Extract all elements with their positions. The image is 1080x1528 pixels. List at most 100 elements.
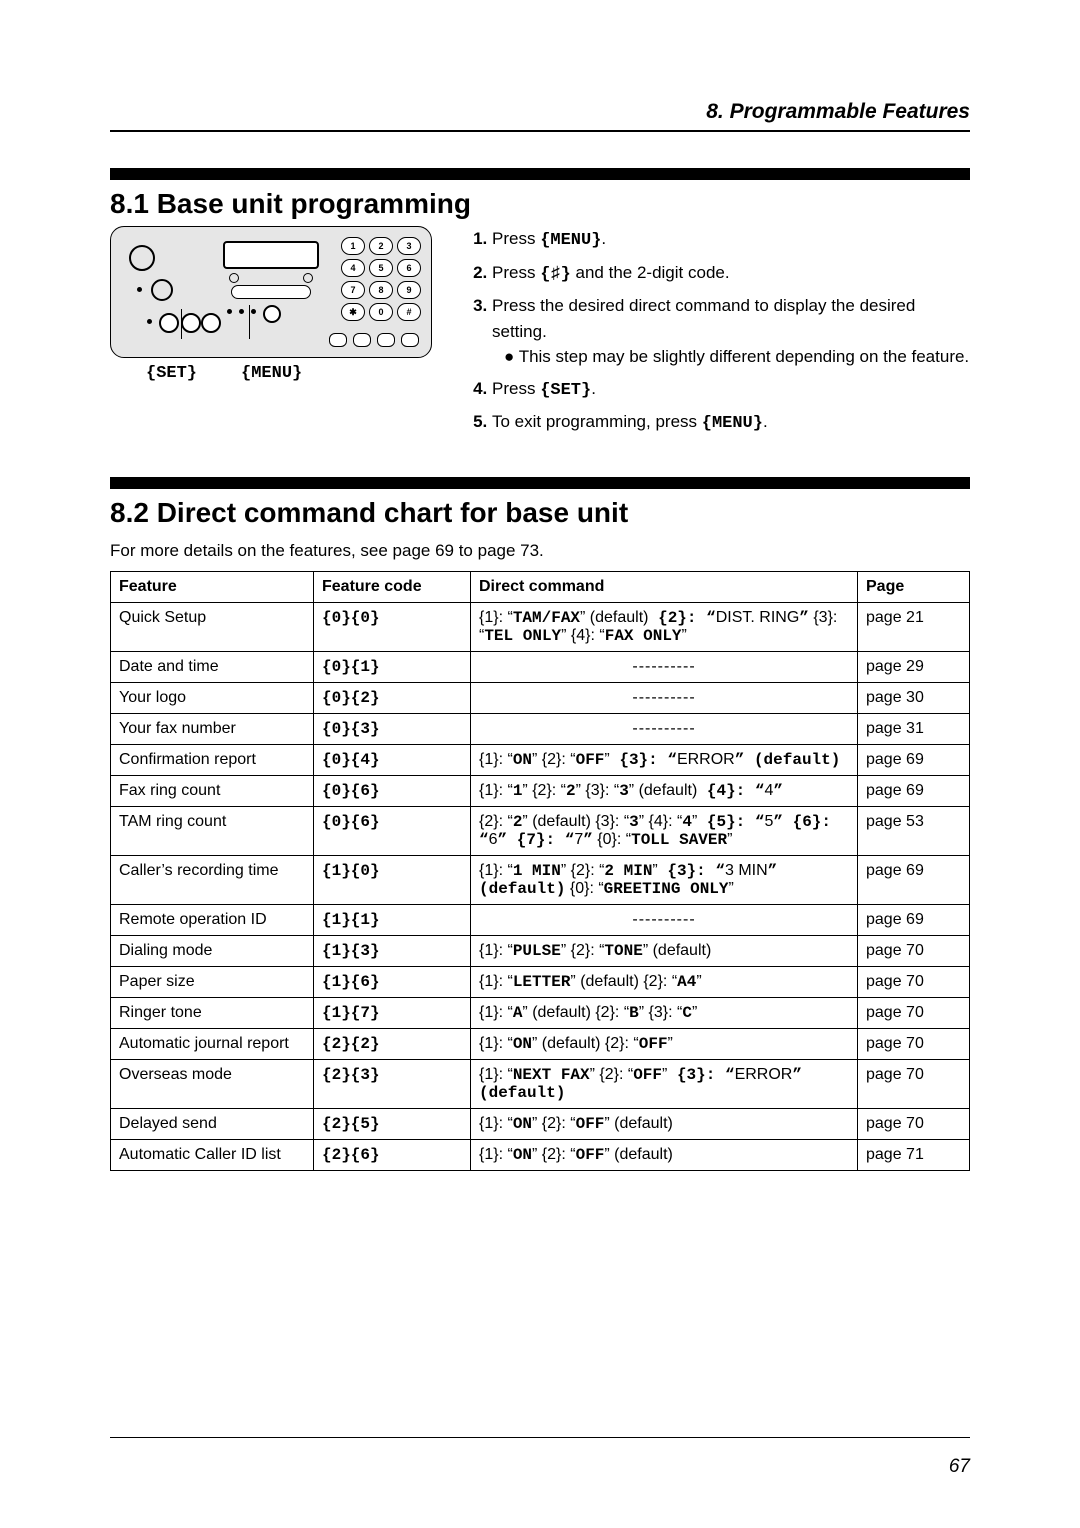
step-5: To exit programming, press {MENU}. — [492, 409, 970, 437]
table-row: Your logo{0}{2}----------page 30 — [111, 682, 970, 713]
cell-page: page 69 — [858, 855, 970, 904]
table-header-row: Feature Feature code Direct command Page — [111, 571, 970, 602]
chapter-header: 8. Programmable Features — [110, 100, 970, 124]
cell-page: page 21 — [858, 602, 970, 651]
cell-direct-command: {1}: “1” {2}: “2” {3}: “3” (default) {4}… — [471, 775, 858, 806]
step-3: Press the desired direct command to disp… — [492, 293, 970, 370]
cell-feature: Paper size — [111, 966, 314, 997]
page-number: 67 — [110, 1456, 970, 1478]
label-menu: {MENU} — [241, 364, 302, 383]
table-row: TAM ring count{0}{6}{2}: “2” (default) {… — [111, 806, 970, 855]
section-8-2-title: 8.2 Direct command chart for base unit — [110, 497, 970, 529]
cell-code: {1}{7} — [314, 997, 471, 1028]
cell-code: {2}{5} — [314, 1108, 471, 1139]
cell-feature: Quick Setup — [111, 602, 314, 651]
table-row: Caller’s recording time{1}{0}{1}: “1 MIN… — [111, 855, 970, 904]
keypad-key: 7 — [341, 281, 365, 299]
cell-page: page 31 — [858, 713, 970, 744]
keypad-key: # — [397, 303, 421, 321]
cell-direct-command: {1}: “TAM/FAX” (default) {2}: “DIST. RIN… — [471, 602, 858, 651]
cell-code: {1}{0} — [314, 855, 471, 904]
cell-code: {1}{6} — [314, 966, 471, 997]
cell-page: page 70 — [858, 997, 970, 1028]
cell-feature: Delayed send — [111, 1108, 314, 1139]
cell-direct-command: ---------- — [471, 682, 858, 713]
cell-code: {0}{6} — [314, 806, 471, 855]
cell-code: {0}{3} — [314, 713, 471, 744]
cell-direct-command: {1}: “1 MIN” {2}: “2 MIN” {3}: “3 MIN” (… — [471, 855, 858, 904]
cell-page: page 53 — [858, 806, 970, 855]
cell-feature: TAM ring count — [111, 806, 314, 855]
keypad-key: 5 — [369, 259, 393, 277]
cell-page: page 30 — [858, 682, 970, 713]
label-set: {SET} — [146, 364, 197, 383]
cell-code: {2}{6} — [314, 1139, 471, 1170]
cell-page: page 69 — [858, 775, 970, 806]
cell-feature: Date and time — [111, 651, 314, 682]
cell-code: {2}{2} — [314, 1028, 471, 1059]
keypad-key: 6 — [397, 259, 421, 277]
cell-feature: Caller’s recording time — [111, 855, 314, 904]
cell-feature: Automatic journal report — [111, 1028, 314, 1059]
keypad-key: ✱ — [341, 303, 365, 321]
cell-direct-command: ---------- — [471, 713, 858, 744]
cell-direct-command: ---------- — [471, 904, 858, 935]
col-cmd: Direct command — [471, 571, 858, 602]
cell-code: {1}{3} — [314, 935, 471, 966]
cell-direct-command: {1}: “ON” {2}: “OFF” {3}: “ERROR” (defau… — [471, 744, 858, 775]
col-code: Feature code — [314, 571, 471, 602]
table-row: Remote operation ID{1}{1}----------page … — [111, 904, 970, 935]
col-feature: Feature — [111, 571, 314, 602]
feature-table: Feature Feature code Direct command Page… — [110, 571, 970, 1171]
cell-direct-command: ---------- — [471, 651, 858, 682]
table-row: Paper size{1}{6}{1}: “LETTER” (default) … — [111, 966, 970, 997]
cell-feature: Ringer tone — [111, 997, 314, 1028]
cell-page: page 70 — [858, 966, 970, 997]
cell-feature: Dialing mode — [111, 935, 314, 966]
table-row: Dialing mode{1}{3}{1}: “PULSE” {2}: “TON… — [111, 935, 970, 966]
cell-feature: Fax ring count — [111, 775, 314, 806]
cell-direct-command: {1}: “LETTER” (default) {2}: “A4” — [471, 966, 858, 997]
table-row: Delayed send{2}{5}{1}: “ON” {2}: “OFF” (… — [111, 1108, 970, 1139]
col-page: Page — [858, 571, 970, 602]
cell-feature: Confirmation report — [111, 744, 314, 775]
cell-page: page 70 — [858, 1059, 970, 1108]
keypad-key: 2 — [369, 237, 393, 255]
cell-code: {2}{3} — [314, 1059, 471, 1108]
cell-page: page 70 — [858, 1028, 970, 1059]
cell-feature: Your fax number — [111, 713, 314, 744]
steps-list: Press {MENU}. Press {♯} and the 2-digit … — [470, 226, 970, 437]
keypad: 123456789✱0# — [341, 237, 419, 321]
cell-feature: Your logo — [111, 682, 314, 713]
table-row: Automatic Caller ID list{2}{6}{1}: “ON” … — [111, 1139, 970, 1170]
cell-page: page 29 — [858, 651, 970, 682]
cell-page: page 71 — [858, 1139, 970, 1170]
cell-direct-command: {1}: “ON” (default) {2}: “OFF” — [471, 1028, 858, 1059]
cell-feature: Remote operation ID — [111, 904, 314, 935]
cell-code: {0}{6} — [314, 775, 471, 806]
cell-page: page 69 — [858, 904, 970, 935]
cell-feature: Overseas mode — [111, 1059, 314, 1108]
cell-code: {0}{1} — [314, 651, 471, 682]
step-1: Press {MENU}. — [492, 226, 970, 254]
cell-code: {0}{4} — [314, 744, 471, 775]
table-row: Your fax number{0}{3}----------page 31 — [111, 713, 970, 744]
keypad-key: 9 — [397, 281, 421, 299]
cell-direct-command: {1}: “NEXT FAX” {2}: “OFF” {3}: “ERROR” … — [471, 1059, 858, 1108]
table-row: Date and time{0}{1}----------page 29 — [111, 651, 970, 682]
keypad-key: 1 — [341, 237, 365, 255]
table-row: Ringer tone{1}{7}{1}: “A” (default) {2}:… — [111, 997, 970, 1028]
cell-feature: Automatic Caller ID list — [111, 1139, 314, 1170]
cell-code: {0}{0} — [314, 602, 471, 651]
cell-code: {0}{2} — [314, 682, 471, 713]
step-4: Press {SET}. — [492, 376, 970, 404]
cell-page: page 70 — [858, 1108, 970, 1139]
keypad-key: 8 — [369, 281, 393, 299]
cell-direct-command: {1}: “A” (default) {2}: “B” {3}: “C” — [471, 997, 858, 1028]
section-8-2-note: For more details on the features, see pa… — [110, 541, 970, 561]
keypad-key: 4 — [341, 259, 365, 277]
cell-direct-command: {2}: “2” (default) {3}: “3” {4}: “4” {5}… — [471, 806, 858, 855]
table-row: Quick Setup{0}{0}{1}: “TAM/FAX” (default… — [111, 602, 970, 651]
cell-direct-command: {1}: “ON” {2}: “OFF” (default) — [471, 1108, 858, 1139]
table-row: Overseas mode{2}{3}{1}: “NEXT FAX” {2}: … — [111, 1059, 970, 1108]
